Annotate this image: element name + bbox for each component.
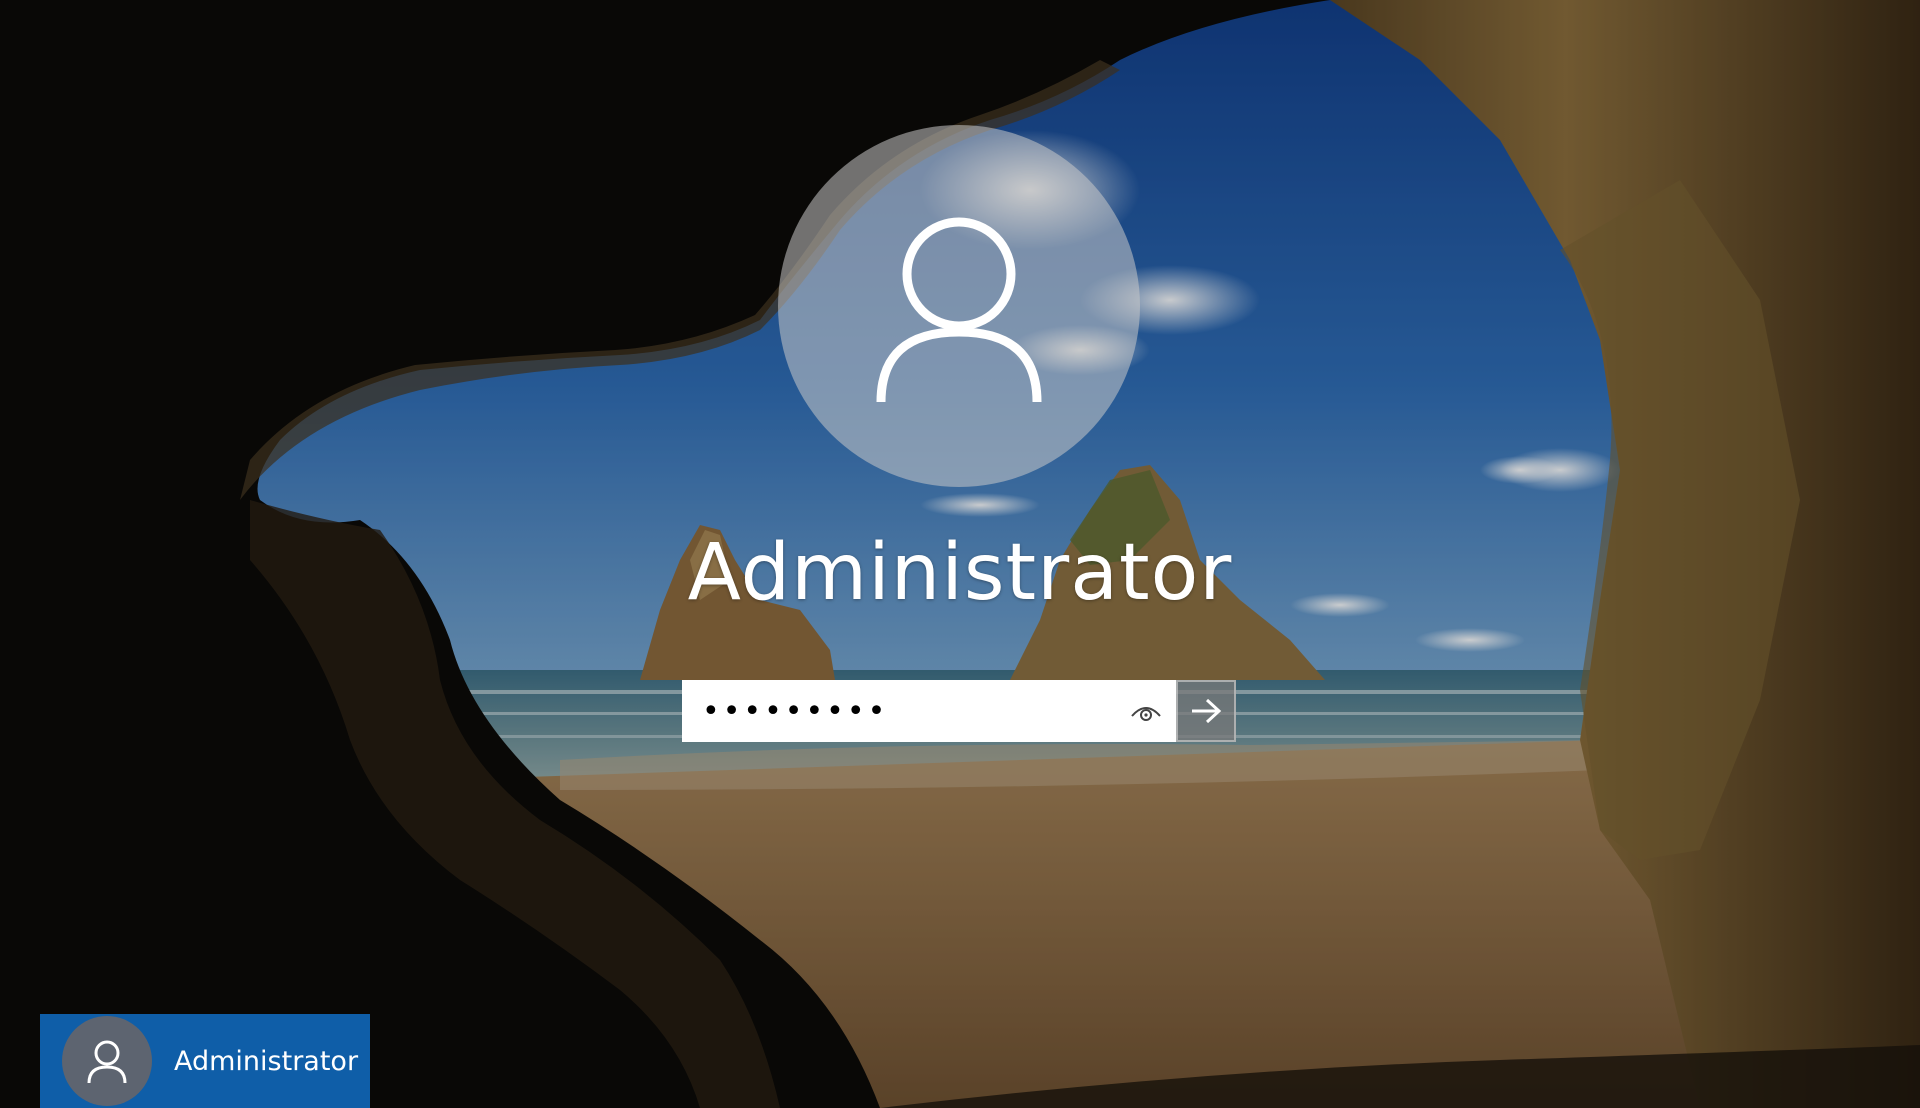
profile-avatar (778, 125, 1140, 487)
password-field[interactable] (682, 680, 1176, 742)
password-row (682, 680, 1236, 742)
user-tile-label: Administrator (174, 1045, 359, 1077)
submit-button[interactable] (1176, 680, 1236, 742)
user-icon (876, 217, 1042, 403)
password-input[interactable] (684, 683, 1122, 739)
reveal-password-button[interactable] (1128, 694, 1164, 730)
user-tile-avatar (62, 1016, 152, 1106)
user-name-heading: Administrator (687, 528, 1233, 618)
user-icon (87, 1040, 127, 1084)
eye-icon (1131, 707, 1161, 721)
lock-screen: Administrator Administ (0, 0, 1920, 1108)
user-list-item-administrator[interactable]: Administrator (40, 1014, 370, 1108)
arrow-right-icon (1192, 698, 1222, 724)
